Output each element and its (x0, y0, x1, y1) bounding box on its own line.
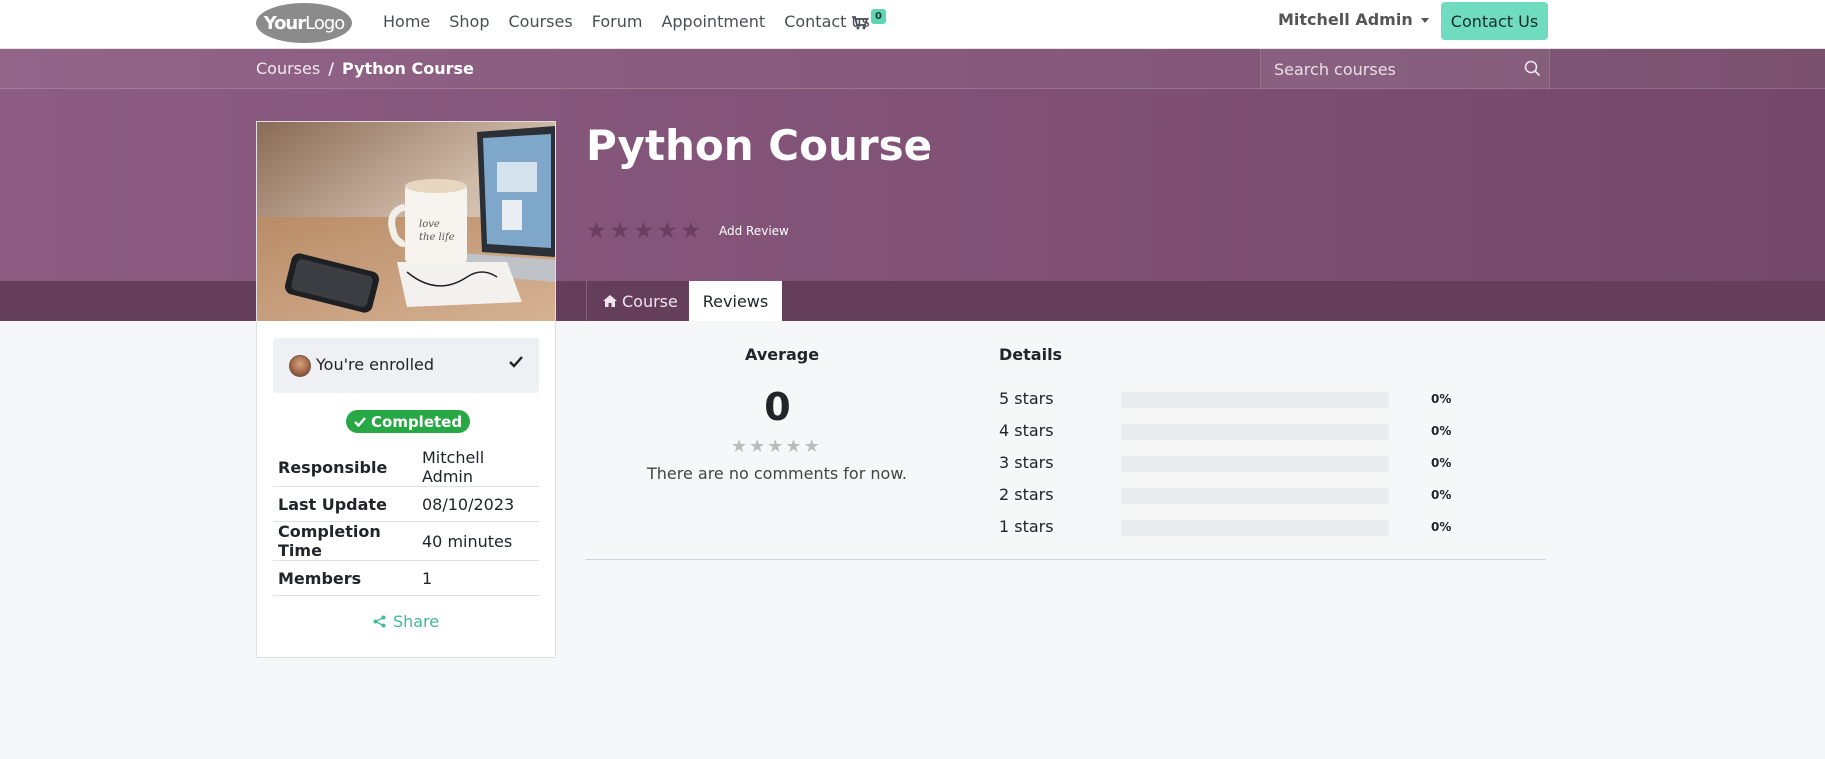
info-key: Members (273, 560, 417, 596)
info-value: Mitchell Admin (417, 448, 539, 487)
star-icon: ★ (785, 436, 802, 457)
search-box (1260, 49, 1550, 89)
cart-icon (852, 16, 868, 30)
info-key: Completion Time (273, 521, 417, 561)
info-row-completion-time: Completion Time 40 minutes (273, 521, 539, 561)
course-rating-stars: ★ ★ ★ ★ ★ (586, 218, 702, 244)
home-icon (603, 295, 617, 307)
breadcrumb-bar: Courses / Python Course (0, 49, 1825, 89)
share-icon (373, 615, 386, 628)
rating-progress-bar (1121, 392, 1389, 408)
rating-progress-bar (1121, 488, 1389, 504)
rating-label: 2 stars (999, 485, 1054, 504)
tab-reviews-label: Reviews (702, 291, 769, 311)
tab-course[interactable]: Course (586, 281, 689, 321)
no-comments-text: There are no comments for now. (646, 464, 908, 483)
info-key: Last Update (273, 486, 417, 522)
site-logo[interactable]: Your Logo (256, 3, 352, 43)
breadcrumb-separator: / (328, 59, 335, 78)
contact-us-button[interactable]: Contact Us (1441, 2, 1548, 40)
breadcrumb-courses[interactable]: Courses (256, 59, 320, 78)
enrolled-box: You're enrolled (273, 338, 539, 393)
search-icon[interactable] (1524, 60, 1541, 77)
avatar (289, 355, 311, 377)
rating-progress-bar (1121, 520, 1389, 536)
info-value: 08/10/2023 (417, 486, 539, 522)
course-image-illustration: love the life (257, 122, 555, 321)
breadcrumb: Courses / Python Course (256, 59, 474, 78)
rating-progress-bar (1121, 456, 1389, 472)
rating-row-1: 1 stars 0% (999, 517, 1469, 539)
completed-label: Completed (371, 412, 463, 431)
tab-reviews[interactable]: Reviews (689, 281, 782, 321)
info-key: Responsible (273, 448, 417, 487)
star-icon: ★ (680, 218, 702, 244)
rating-row-2: 2 stars 0% (999, 485, 1469, 507)
tab-course-label: Course (622, 291, 678, 311)
nav-shop[interactable]: Shop (449, 12, 489, 31)
star-icon: ★ (609, 218, 631, 244)
star-icon: ★ (803, 436, 820, 457)
rating-row-4: 4 stars 0% (999, 421, 1469, 443)
star-icon: ★ (586, 218, 607, 244)
nav-forum[interactable]: Forum (592, 12, 643, 31)
average-title: Average (745, 345, 820, 364)
rating-label: 1 stars (999, 517, 1054, 536)
star-icon: ★ (767, 436, 784, 457)
svg-text:the life: the life (419, 232, 455, 243)
share-link[interactable]: Share (257, 612, 555, 631)
enrolled-label: You're enrolled (316, 355, 435, 374)
info-row-members: Members 1 (273, 560, 539, 596)
rating-percent: 0% (1431, 488, 1452, 502)
rating-label: 3 stars (999, 453, 1054, 472)
course-info-table: Responsible Mitchell Admin Last Update 0… (273, 448, 539, 596)
nav-home[interactable]: Home (383, 12, 430, 31)
main-nav: Home Shop Courses Forum Appointment Cont… (383, 0, 889, 42)
info-row-last-update: Last Update 08/10/2023 (273, 486, 539, 522)
cart-button[interactable]: 0 (852, 9, 892, 34)
course-sidebar-card: love the life You're enrolled Completed … (256, 121, 556, 658)
average-stars: ★ ★ ★ ★ ★ (731, 437, 820, 457)
average-value: 0 (764, 385, 791, 429)
rating-percent: 0% (1431, 520, 1452, 534)
nav-courses[interactable]: Courses (509, 12, 573, 31)
rating-percent: 0% (1431, 424, 1452, 438)
add-review-link[interactable]: Add Review (719, 224, 789, 238)
logo-text: Logo (305, 12, 345, 34)
info-row-responsible: Responsible Mitchell Admin (273, 448, 539, 487)
cart-count-badge: 0 (871, 9, 886, 24)
rating-percent: 0% (1431, 392, 1452, 406)
breadcrumb-current: Python Course (342, 59, 474, 78)
reviews-divider (586, 559, 1546, 560)
rating-label: 5 stars (999, 389, 1054, 408)
star-icon: ★ (633, 218, 654, 244)
info-value: 40 minutes (417, 521, 539, 561)
search-input[interactable] (1261, 49, 1511, 89)
rating-row-3: 3 stars 0% (999, 453, 1469, 475)
details-title: Details (999, 345, 1063, 364)
course-title: Python Course (586, 121, 933, 170)
nav-appointment[interactable]: Appointment (661, 12, 765, 31)
user-name: Mitchell Admin (1278, 10, 1413, 29)
logo-text-bold: Your (263, 12, 306, 34)
info-value: 1 (417, 560, 539, 596)
svg-text:love: love (419, 219, 440, 230)
check-icon (354, 416, 366, 427)
rating-label: 4 stars (999, 421, 1054, 440)
course-image: love the life (257, 122, 555, 321)
star-icon: ★ (749, 436, 766, 457)
completed-badge: Completed (346, 410, 471, 433)
user-menu[interactable]: Mitchell Admin (1278, 10, 1429, 29)
star-icon: ★ (656, 218, 678, 244)
top-navbar: Your Logo Home Shop Courses Forum Appoint… (0, 0, 1825, 49)
check-icon (509, 356, 523, 368)
rating-row-5: 5 stars 0% (999, 389, 1469, 411)
share-label: Share (392, 612, 440, 631)
caret-down-icon (1420, 18, 1429, 23)
star-icon: ★ (731, 436, 748, 457)
rating-progress-bar (1121, 424, 1389, 440)
rating-percent: 0% (1431, 456, 1452, 470)
